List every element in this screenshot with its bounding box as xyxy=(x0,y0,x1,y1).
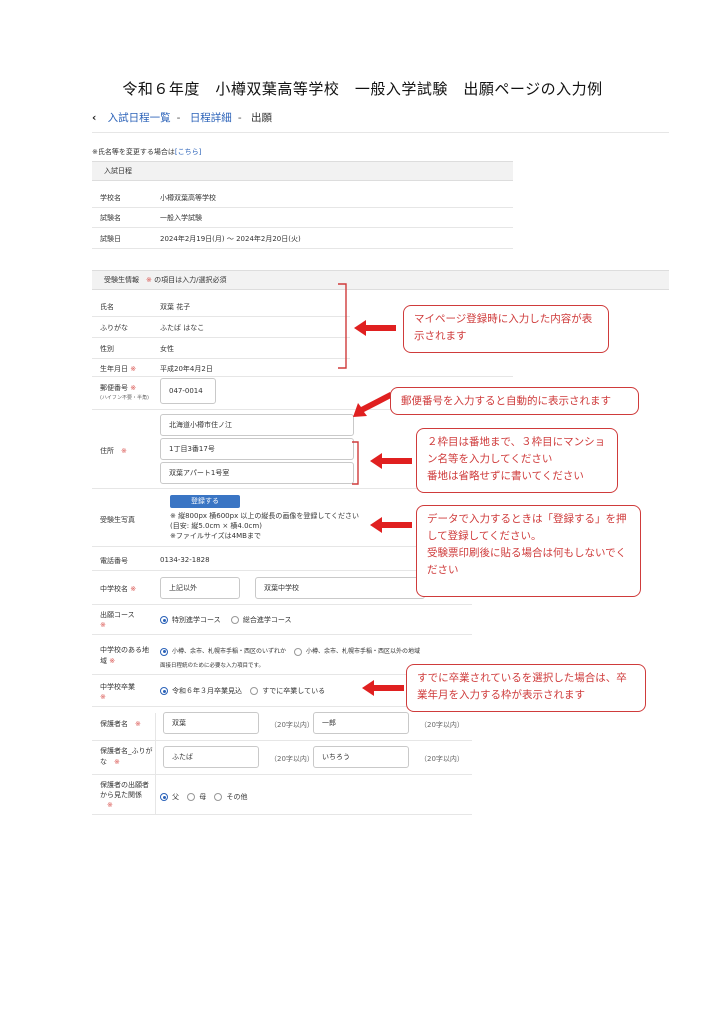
guardian-last-name-input[interactable]: 双葉 xyxy=(163,712,259,734)
register-photo-button[interactable]: 登録する xyxy=(170,495,240,508)
address-label: 住所 ※ xyxy=(100,447,127,455)
area-label: 中学校のある地域 ※ xyxy=(100,646,149,665)
area-note: 面接日程統のために必要な入力項目です。 xyxy=(160,663,264,669)
exam-name-label: 試験名 xyxy=(100,214,121,222)
exam-date-label: 試験日 xyxy=(100,235,121,243)
photo-note-3: ※ファイルサイズは4MBまで xyxy=(170,532,261,540)
arrow-left-icon xyxy=(370,517,412,533)
birth-value: 平成20年4月2日 xyxy=(160,365,213,373)
breadcrumb-link-schedule-detail[interactable]: 日程詳細 xyxy=(190,112,232,124)
address-line1-input[interactable]: 北海道小樽市住ノ江 xyxy=(160,414,354,436)
callout-postal: 郵便番号を入力すると自動的に表示されます xyxy=(390,387,639,415)
guardian-kana-last-input[interactable]: ふたば xyxy=(163,746,259,768)
callout-graduation: すでに卒業されているを選択した場合は、卒業年月を入力する枠が表示されます xyxy=(406,664,646,712)
name-change-note: ※氏名等を変更する場合は[こちら] xyxy=(92,148,202,156)
course-radio-general[interactable] xyxy=(230,616,239,624)
guardian-kana-label: 保護者名_ふりがな ※ xyxy=(100,747,153,766)
guardian-last-limit: （20字以内） xyxy=(270,721,314,729)
phone-value: 0134-32-1828 xyxy=(160,556,210,564)
guardian-kana-first-limit: （20字以内） xyxy=(420,755,464,763)
arrow-left-icon xyxy=(370,453,412,469)
name-label: 氏名 xyxy=(100,303,114,311)
photo-note-1: ※ 縦800px 横600px 以上の縦長の画像を登録してください xyxy=(170,512,360,520)
relation-radio-other[interactable] xyxy=(214,793,223,801)
course-radio-special[interactable] xyxy=(160,616,168,624)
relation-radio-father[interactable] xyxy=(160,793,168,801)
exam-date-value: 2024年2月19日(月) 〜 2024年2月20日(火) xyxy=(160,235,301,243)
callout-mypage: マイページ登録時に入力した内容が表示されます xyxy=(403,305,609,353)
postal-input[interactable]: 047-0014 xyxy=(160,378,216,404)
schedule-section-header: 入試日程 xyxy=(92,161,513,181)
graduation-radio-expected[interactable] xyxy=(160,687,168,695)
graduation-radio-graduated[interactable] xyxy=(250,687,259,695)
kana-label: ふりがな xyxy=(100,324,128,332)
exam-name-value: 一般入学試験 xyxy=(160,214,202,222)
applicant-section-header: 受験生情報 ※ の項目は入力/選択必須 xyxy=(92,270,669,290)
breadcrumb-current: 出願 xyxy=(250,112,272,124)
jhs-label: 中学校名 ※ xyxy=(100,585,137,593)
guardian-first-name-input[interactable]: 一郎 xyxy=(313,712,409,734)
phone-label: 電話番号 xyxy=(100,557,128,565)
gender-value: 女性 xyxy=(160,345,174,353)
area-radio-other[interactable] xyxy=(293,647,302,656)
callout-photo: データで入力するときは「登録する」を押して登録してください。 受験票印刷後に貼る場… xyxy=(416,505,641,597)
arrow-left-icon xyxy=(354,320,396,336)
guardian-kana-first-input[interactable]: いちろう xyxy=(313,746,409,768)
address-line3-input[interactable]: 双葉アパート1号室 xyxy=(160,462,354,484)
jhs-select[interactable]: 上記以外 xyxy=(160,577,240,599)
school-name-label: 学校名 xyxy=(100,194,121,202)
school-name-value: 小樽双葉高等学校 xyxy=(160,194,216,202)
address-line2-input[interactable]: 1丁目3番17号 xyxy=(160,438,354,460)
breadcrumb-link-exam-list[interactable]: 入試日程一覧 xyxy=(108,112,171,124)
birth-label: 生年月日 ※ xyxy=(100,365,137,373)
callout-address: ２枠目は番地まで、３枠目にマンション名等を入力してください 番地は省略せずに書いて… xyxy=(416,428,618,493)
kana-value: ふたば はなこ xyxy=(160,324,205,332)
photo-label: 受験生写真 xyxy=(100,516,135,524)
relation-label: 保護者の出願者から見た関係 ※ xyxy=(100,781,149,809)
postal-label: 郵便番号 ※ xyxy=(100,384,137,392)
course-options: 特別進学コース 総合進学コース xyxy=(160,615,292,625)
chevron-left-icon[interactable]: ‹ xyxy=(92,112,96,124)
course-label: 出願コース ※ xyxy=(100,611,135,629)
breadcrumb: ‹ 入試日程一覧 - 日程詳細 - 出願 xyxy=(92,112,272,124)
area-radio-local[interactable] xyxy=(160,647,168,656)
name-value: 双葉 花子 xyxy=(160,303,191,311)
relation-options: 父 母 その他 xyxy=(160,792,247,802)
area-options: 小樽、余市、札幌市手稲・西区のいずれか 小樽、余市、札幌市手稲・西区以外の地域 xyxy=(160,646,420,656)
arrow-left-icon xyxy=(362,680,404,696)
graduation-label: 中学校卒業 ※ xyxy=(100,683,135,701)
name-change-link[interactable]: [こちら] xyxy=(175,148,201,156)
divider xyxy=(92,132,669,133)
guardian-kana-last-limit: （20字以内） xyxy=(270,755,314,763)
postal-sublabel: (ハイフン不要・半角) xyxy=(100,395,149,401)
guardian-first-limit: （20字以内） xyxy=(420,721,464,729)
graduation-options: 令和６年３月卒業見込 すでに卒業している xyxy=(160,686,325,696)
jhs-name-input[interactable]: 双葉中学校 xyxy=(255,577,425,599)
gender-label: 性別 xyxy=(100,345,114,353)
bracket-icon xyxy=(352,441,359,485)
photo-note-2: (目安: 縦5.0cm × 横4.0cm) xyxy=(170,522,262,530)
page-title: 令和６年度 小樽双葉高等学校 一般入学試験 出願ページの入力例 xyxy=(122,80,603,98)
relation-radio-mother[interactable] xyxy=(187,793,196,801)
guardian-name-label: 保護者名 ※ xyxy=(100,720,141,728)
